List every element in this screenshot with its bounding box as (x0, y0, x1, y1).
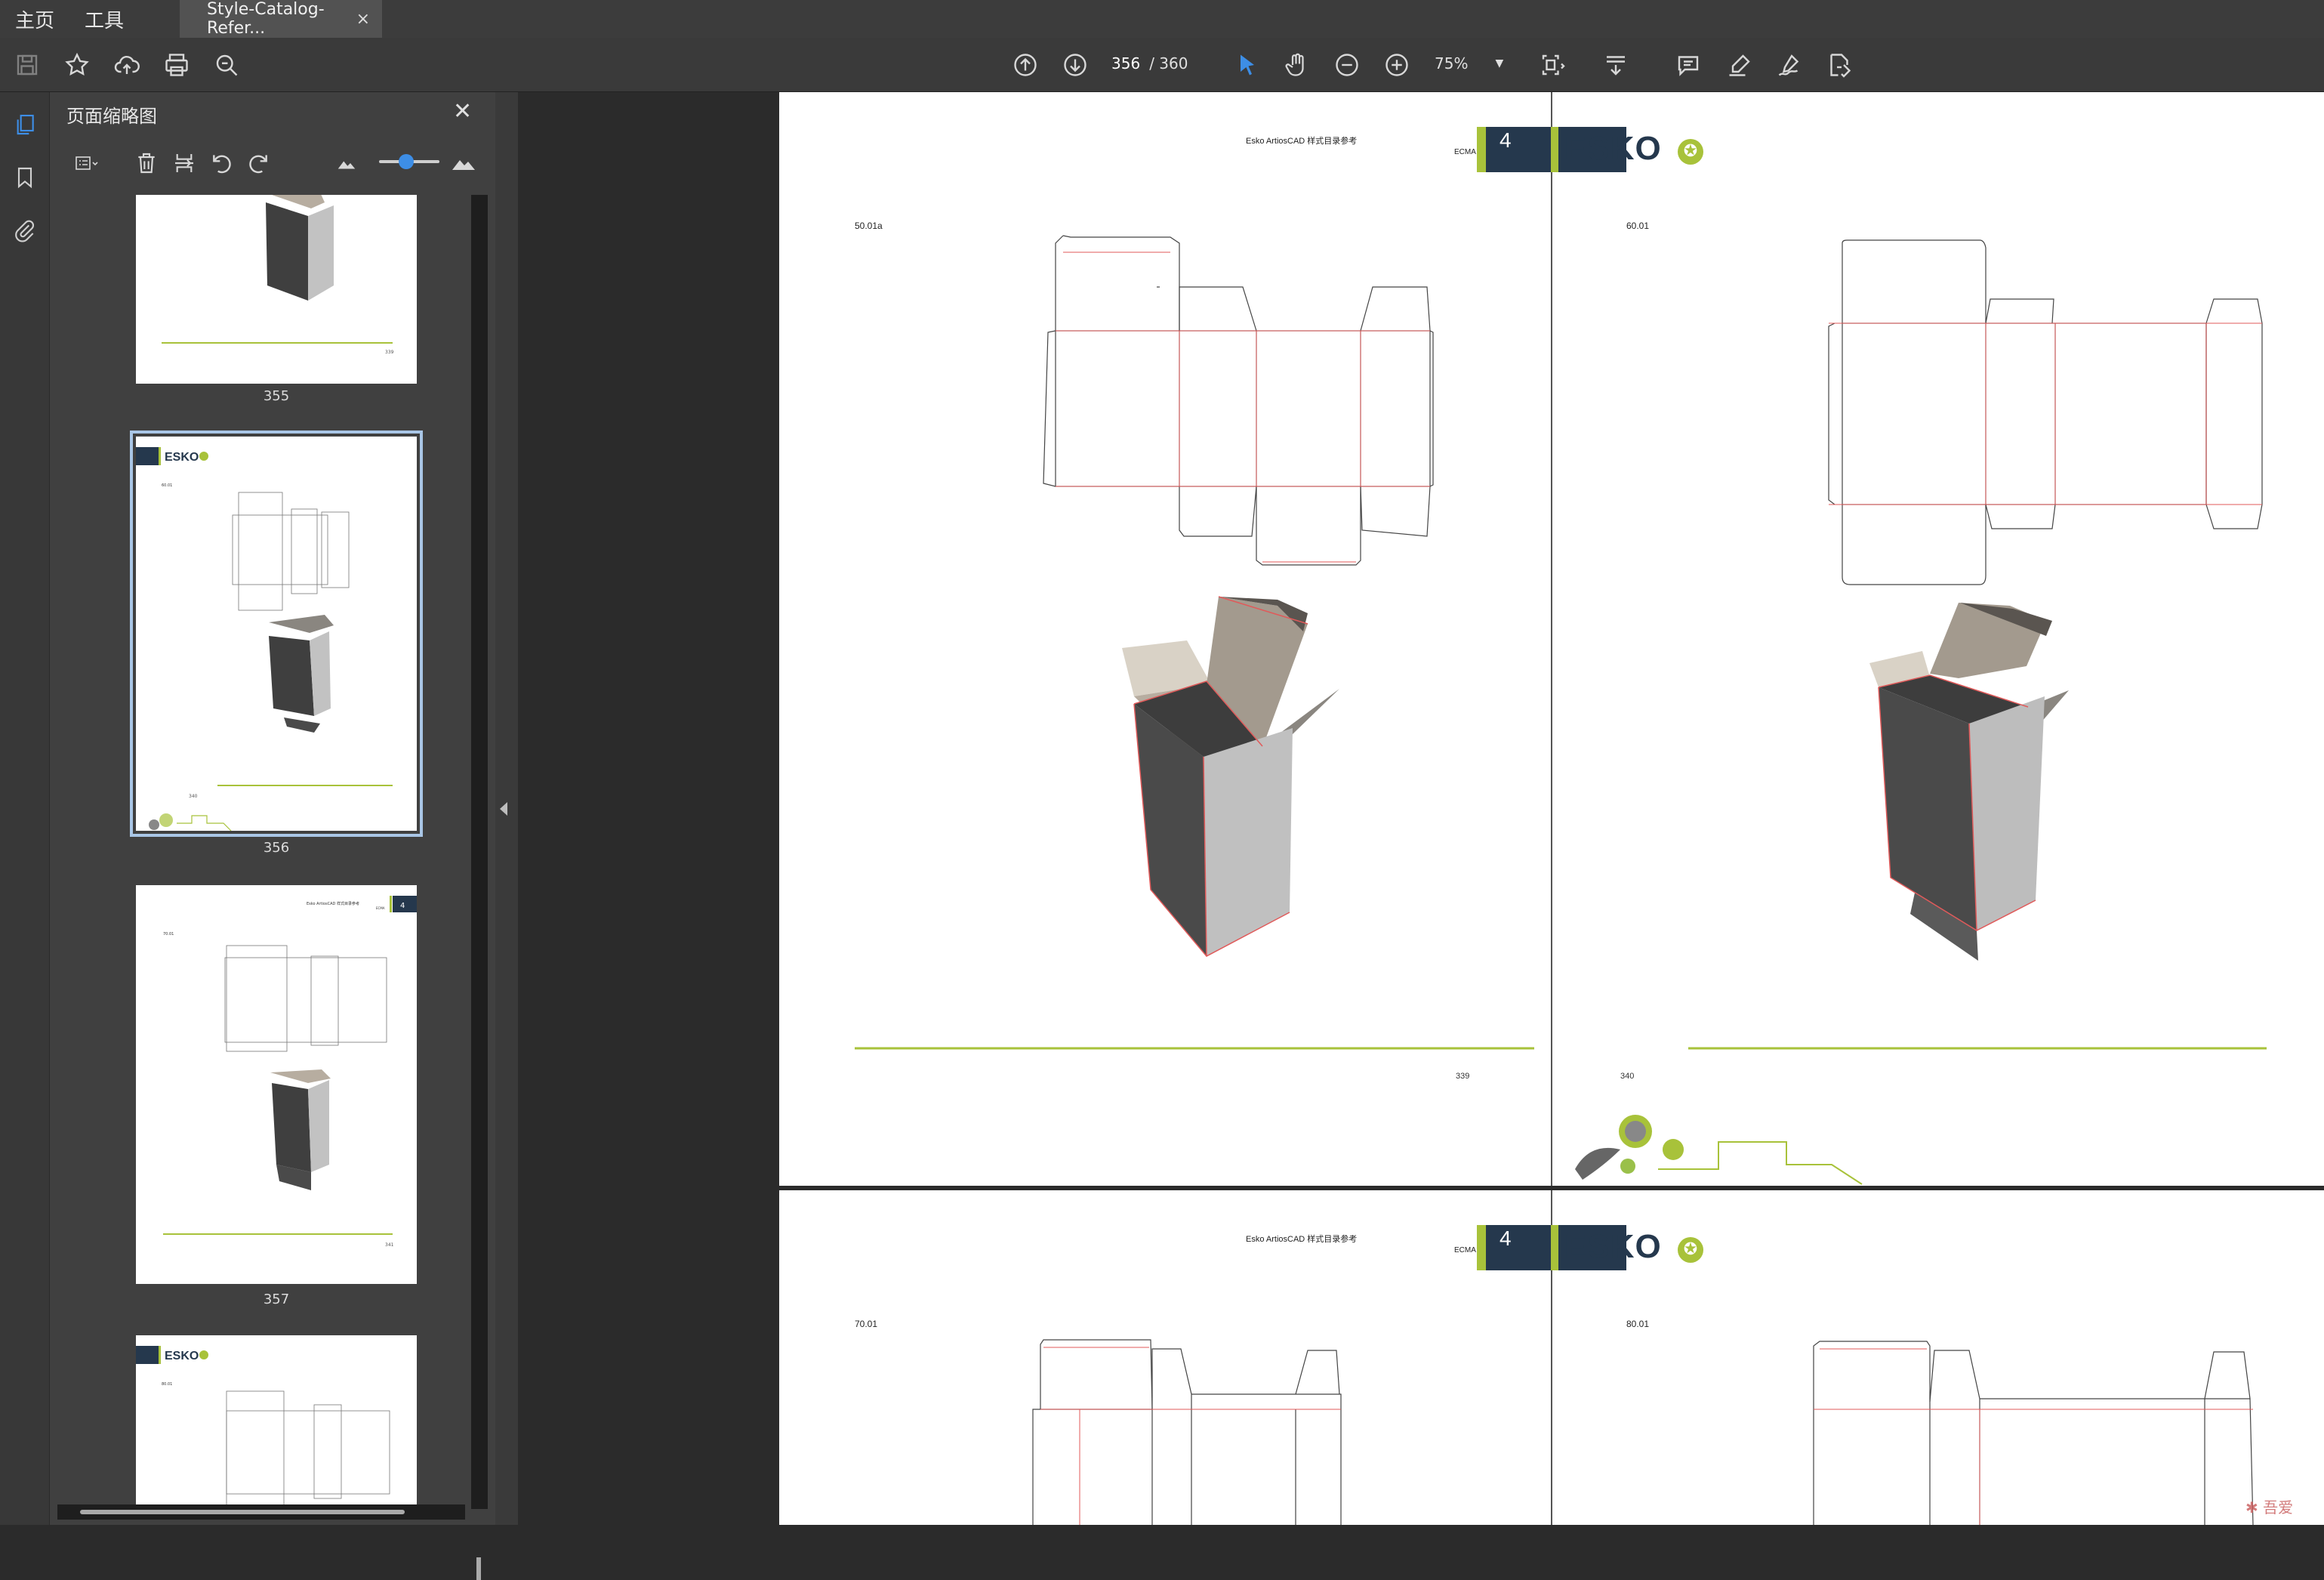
bookmark-icon[interactable] (8, 160, 42, 195)
page-number-right: 340 (1620, 1072, 1634, 1081)
zoom-out-icon[interactable] (1329, 47, 1365, 83)
thumbnail-label: 357 (263, 1291, 290, 1307)
page-indicator: 356 / 360 (1111, 54, 1188, 73)
collapse-arrow-icon (500, 802, 507, 816)
large-thumbnail-icon[interactable] (447, 148, 480, 178)
page-spread-1: Esko ArtiosCAD 样式目录参考 ECMA 4 ESKO ✪ 50.0… (779, 92, 2324, 1186)
menubar: 主页 工具 Style-Catalog-Refer... × (0, 0, 2324, 38)
svg-text:339: 339 (385, 350, 394, 355)
thumbnail-label: 355 (263, 388, 290, 404)
highlight-pen-icon[interactable] (1721, 47, 1758, 83)
dieline-drawing-right: 340 (1620, 239, 2267, 1081)
total-pages: / 360 (1149, 54, 1188, 73)
save-icon[interactable] (9, 47, 45, 83)
attachment-icon[interactable] (8, 213, 42, 248)
thumbnail-horizontal-scrollbar[interactable] (57, 1504, 465, 1520)
svg-text:Esko ArtiosCAD 样式目录参考: Esko ArtiosCAD 样式目录参考 (307, 901, 359, 906)
upload-cloud-icon[interactable] (109, 47, 145, 83)
print-icon[interactable] (159, 47, 195, 83)
document-tab-title: Style-Catalog-Refer... (207, 0, 325, 38)
watermark-logo: ✱ 吾爱 (2245, 1498, 2294, 1517)
hand-icon[interactable] (1279, 47, 1315, 83)
svg-text:4: 4 (400, 902, 405, 910)
nav-rail (0, 92, 50, 1525)
close-panel-icon[interactable]: ✕ (453, 98, 472, 125)
panel-collapse-handle[interactable] (495, 92, 518, 1525)
close-tab-icon[interactable]: × (356, 10, 370, 29)
panel-title: 页面缩略图 (66, 106, 157, 127)
fit-page-icon[interactable] (1534, 47, 1570, 83)
page-thumbnails-icon[interactable] (8, 107, 42, 142)
thumbnail-page-355[interactable]: 339 (136, 195, 417, 384)
thumbnail-list: 339 355 ESKO 60.01 340 356 Esko ArtiosCA… (50, 195, 473, 1505)
page-up-icon[interactable] (1007, 47, 1043, 83)
star-icon[interactable] (59, 47, 95, 83)
svg-text:70.01: 70.01 (163, 932, 174, 937)
options-menu-icon[interactable] (66, 148, 107, 178)
thumbnail-page-356[interactable]: ESKO 60.01 340 (130, 430, 423, 837)
menu-tools[interactable]: 工具 (69, 0, 139, 38)
thumbnail-toolbar (50, 142, 495, 187)
dieline-drawing-left: 339 (855, 235, 1534, 1081)
current-page-input[interactable]: 356 (1111, 54, 1140, 73)
thumbnail-page-357[interactable]: Esko ArtiosCAD 样式目录参考 4 ECMA 70.01 341 (136, 885, 417, 1284)
thumbnail-page-358[interactable]: ESKO 80.01 (136, 1335, 417, 1505)
comment-icon[interactable] (1670, 47, 1706, 83)
small-thumbnail-icon[interactable] (335, 148, 358, 178)
zoom-level: 75% (1435, 54, 1469, 73)
thumbnail-size-slider[interactable] (379, 154, 439, 169)
svg-text:340: 340 (189, 794, 198, 799)
main-toolbar: 356 / 360 75% ▼ (0, 38, 2324, 92)
insert-page-icon[interactable] (169, 148, 199, 178)
select-arrow-icon[interactable] (1229, 47, 1265, 83)
find-zoom-icon[interactable] (208, 47, 245, 83)
chevron-down-icon: ▼ (1495, 57, 1504, 69)
page-number-left: 339 (1456, 1072, 1469, 1081)
menu-home[interactable]: 主页 (0, 0, 69, 38)
document-viewport[interactable]: Esko ArtiosCAD 样式目录参考 ECMA 4 ESKO ✪ 50.0… (518, 92, 2324, 1525)
slider-knob[interactable] (399, 154, 414, 169)
svg-text:ESKO: ESKO (165, 451, 199, 464)
dieline-drawing-bottom (1032, 1339, 2254, 1525)
sign-icon[interactable] (1771, 47, 1808, 83)
svg-text:80.01: 80.01 (162, 1382, 172, 1387)
delete-page-icon[interactable] (131, 148, 162, 178)
page-spread-2: Esko ArtiosCAD 样式目录参考 ECMA 4 ESKO ✪ 70.0… (779, 1190, 2324, 1525)
decorative-graphic (1575, 1115, 1863, 1185)
scroll-thumb[interactable] (476, 1557, 481, 1580)
rotate-left-icon[interactable] (207, 148, 237, 178)
thumbnail-vertical-scrollbar[interactable] (471, 195, 488, 1580)
rotate-right-icon[interactable] (243, 148, 273, 178)
document-tab[interactable]: Style-Catalog-Refer... × (180, 0, 383, 38)
svg-text:ESKO: ESKO (165, 1350, 199, 1362)
zoom-dropdown[interactable]: 75% ▼ (1435, 54, 1503, 73)
edit-pdf-icon[interactable] (1821, 47, 1857, 83)
svg-text:60.01: 60.01 (162, 483, 172, 488)
zoom-in-icon[interactable] (1379, 47, 1415, 83)
thumbnail-label: 356 (263, 840, 290, 856)
svg-text:ECMA: ECMA (376, 906, 385, 910)
scroll-thumb[interactable] (80, 1510, 405, 1514)
svg-text:341: 341 (385, 1242, 394, 1248)
page-down-icon[interactable] (1057, 47, 1093, 83)
thumbnail-panel: 页面缩略图 ✕ 339 355 ESKO 60.01 340 356 Esko … (50, 92, 495, 1580)
scroll-mode-icon[interactable] (1598, 47, 1634, 83)
